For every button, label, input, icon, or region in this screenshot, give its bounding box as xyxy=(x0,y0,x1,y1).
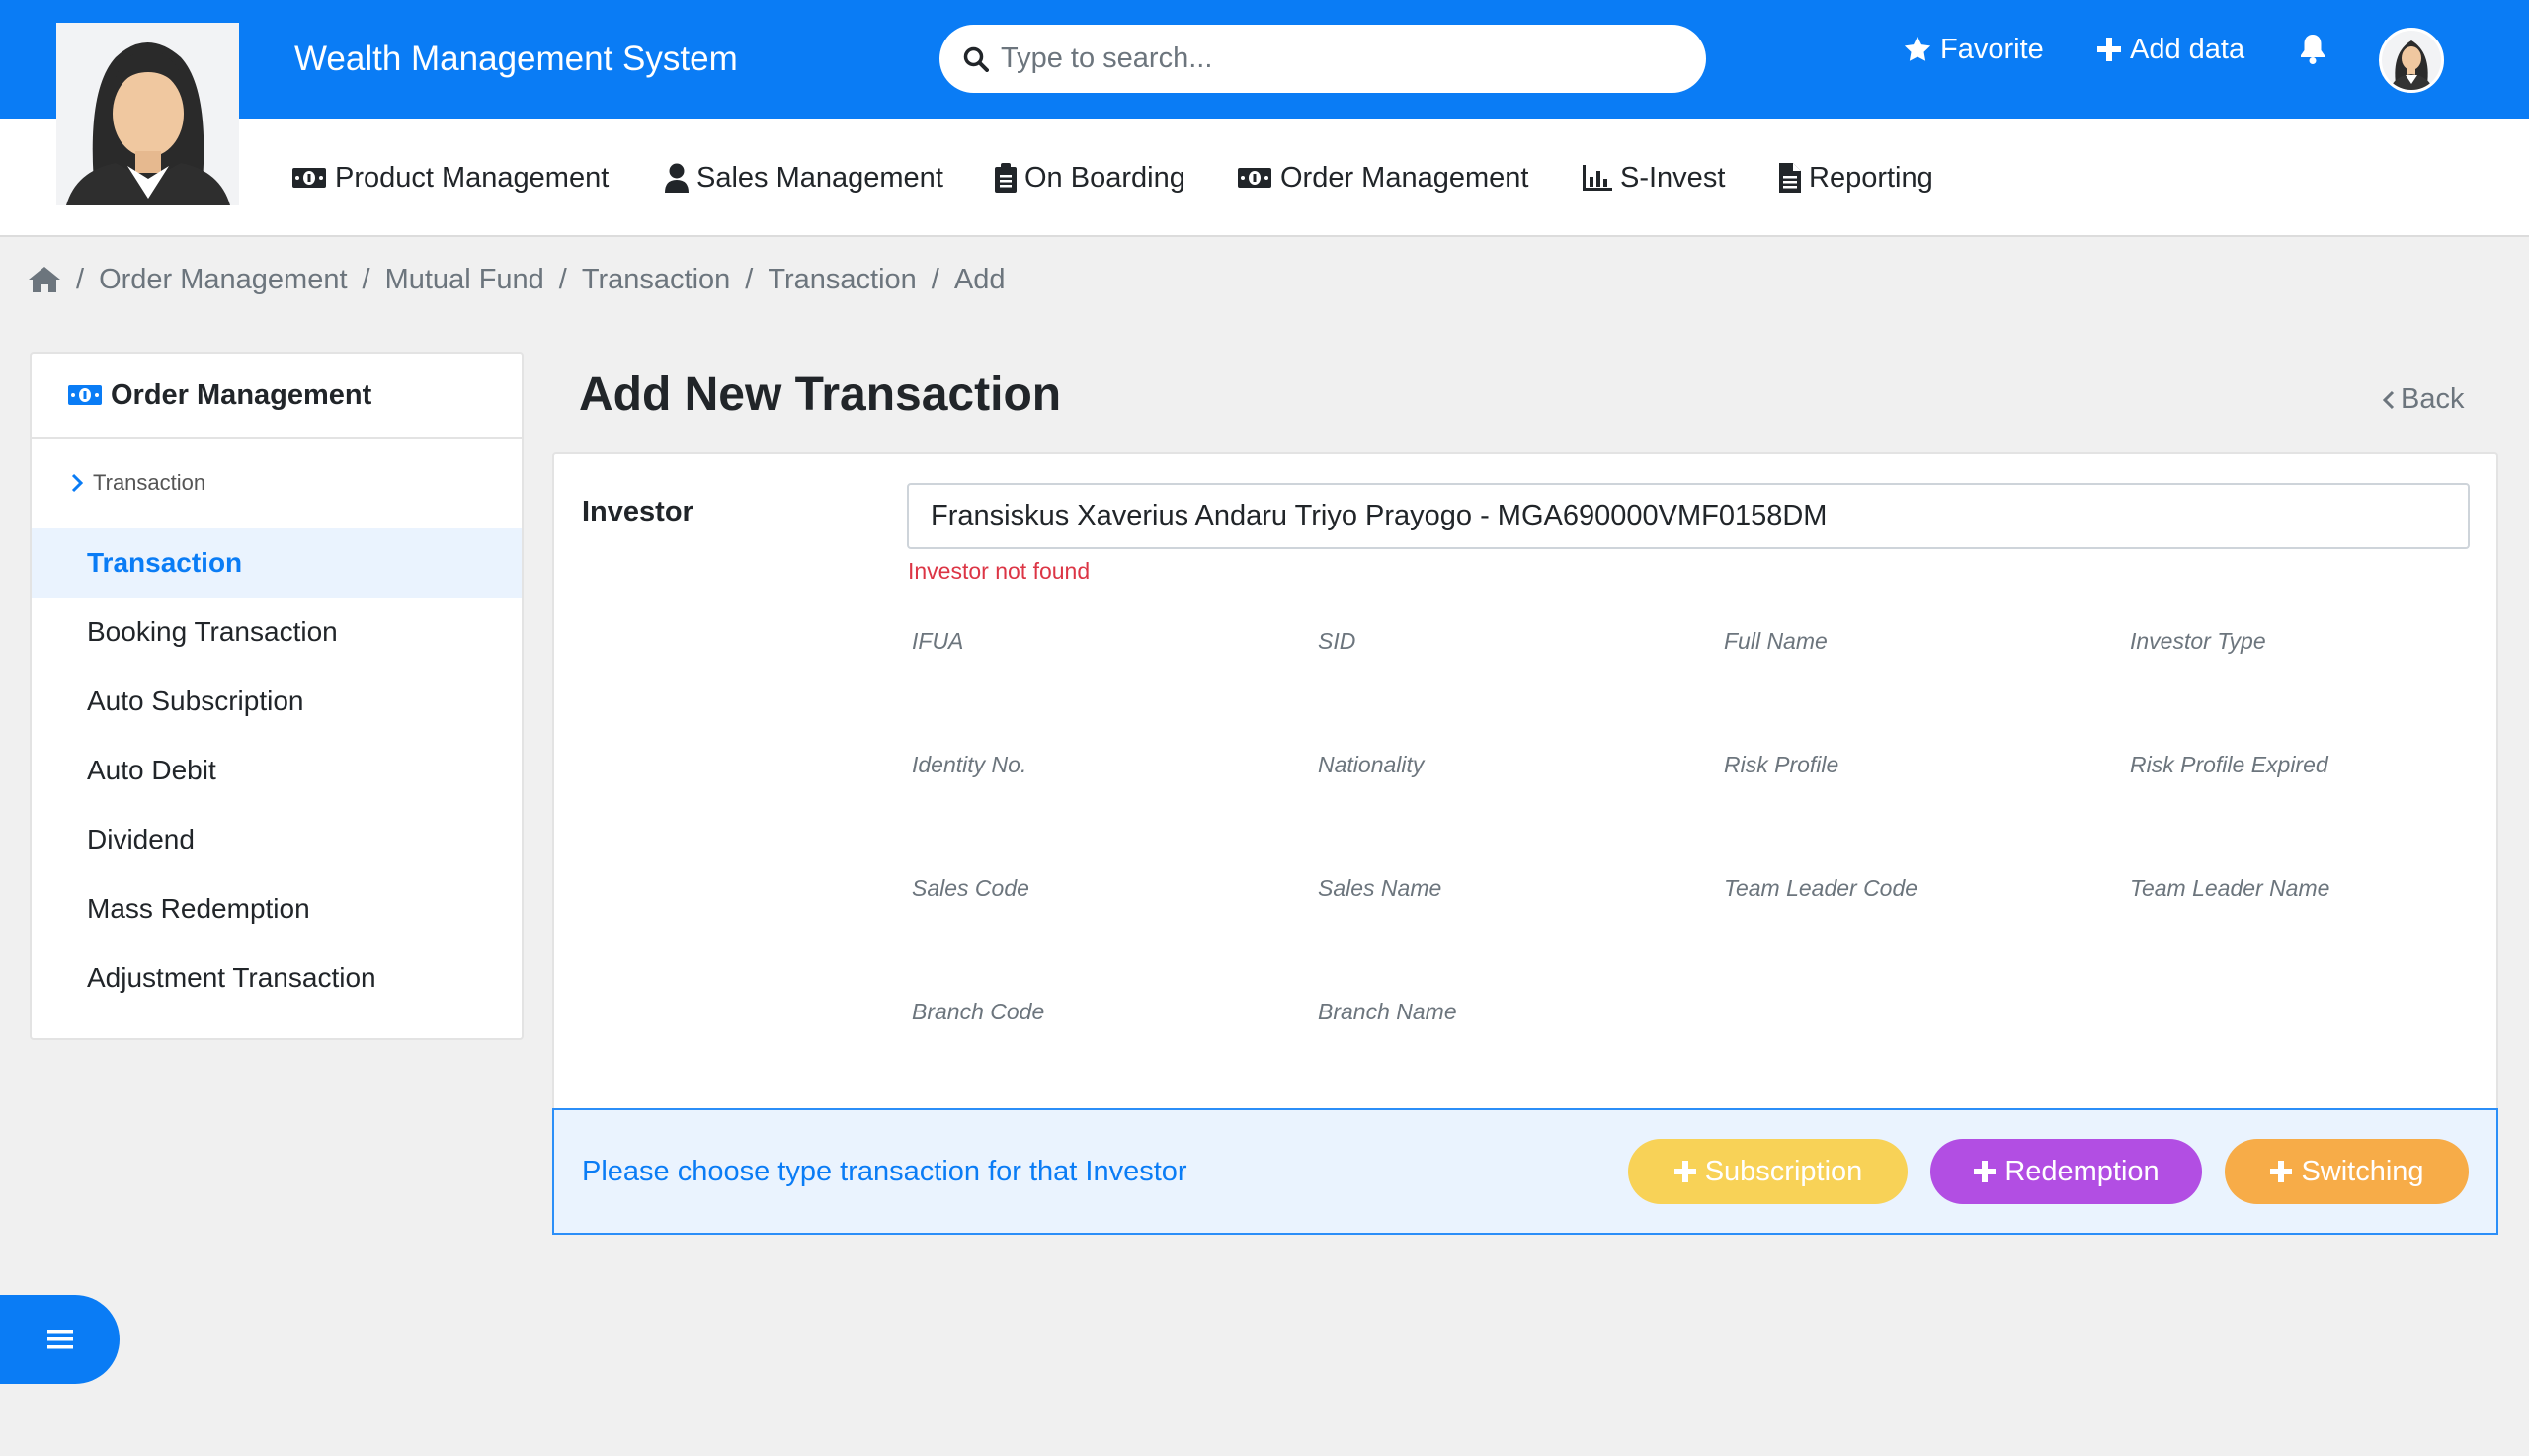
nav-label: Reporting xyxy=(1809,162,1933,194)
nav-label: Order Management xyxy=(1280,162,1529,194)
page-title: Add New Transaction xyxy=(579,368,1062,421)
plus-icon xyxy=(1673,1161,1696,1182)
sidebar: Order Management Transaction Transaction… xyxy=(30,352,524,1040)
nav-label: Product Management xyxy=(335,162,610,194)
breadcrumb-transaction-sub[interactable]: Transaction xyxy=(768,260,916,299)
floating-menu-button[interactable] xyxy=(0,1295,120,1384)
star-icon xyxy=(1904,36,1931,61)
back-label: Back xyxy=(2401,383,2465,415)
breadcrumb-current: Add xyxy=(953,264,1006,295)
switching-button[interactable]: Switching xyxy=(2225,1139,2469,1204)
nav-label: S-Invest xyxy=(1620,162,1726,194)
sidebar-item-mass-redemption[interactable]: Mass Redemption xyxy=(32,874,522,943)
user-avatar[interactable] xyxy=(2379,28,2444,93)
chevron-left-icon xyxy=(2383,390,2395,409)
sidebar-item-dividend[interactable]: Dividend xyxy=(32,805,522,874)
add-data-button[interactable]: Add data xyxy=(2096,30,2244,69)
subscription-button[interactable]: Subscription xyxy=(1628,1139,1908,1204)
sidebar-item-adjustment-transaction[interactable]: Adjustment Transaction xyxy=(32,943,522,1012)
transaction-type-bar: Please choose type transaction for that … xyxy=(552,1108,2498,1235)
search-icon xyxy=(963,46,989,72)
plus-icon xyxy=(2097,38,2121,61)
money-icon xyxy=(68,385,102,405)
top-bar: Wealth Management System Favorite Add da… xyxy=(0,0,2529,119)
plus-icon xyxy=(2270,1161,2293,1182)
detail-full-name: Full Name xyxy=(1724,628,1828,654)
sidebar-item-auto-subscription[interactable]: Auto Subscription xyxy=(32,667,522,736)
transaction-type-prompt: Please choose type transaction for that … xyxy=(582,1156,1187,1187)
detail-ifua: IFUA xyxy=(912,628,964,654)
user-icon xyxy=(665,163,689,193)
home-icon[interactable] xyxy=(28,266,61,293)
nav-s-invest[interactable]: S-Invest xyxy=(1583,158,1725,198)
investor-label: Investor xyxy=(582,496,693,527)
document-icon xyxy=(1779,163,1801,193)
search-input[interactable] xyxy=(1001,42,1672,75)
sidebar-group-label: Transaction xyxy=(93,470,206,495)
detail-risk-profile-expired: Risk Profile Expired xyxy=(2130,752,2328,777)
favorite-button[interactable]: Favorite xyxy=(1903,30,2044,69)
app-title: Wealth Management System xyxy=(294,40,738,78)
nav-label: Sales Management xyxy=(696,162,943,194)
detail-sales-name: Sales Name xyxy=(1318,875,1442,901)
sidebar-group-transaction[interactable]: Transaction xyxy=(71,470,205,496)
detail-team-leader-name: Team Leader Name xyxy=(2130,875,2330,901)
investor-error: Investor not found xyxy=(908,558,1091,584)
detail-branch-name: Branch Name xyxy=(1318,999,1457,1024)
sidebar-item-transaction[interactable]: Transaction xyxy=(32,528,522,598)
detail-investor-type: Investor Type xyxy=(2130,628,2266,654)
favorite-label: Favorite xyxy=(1940,34,2044,65)
main-nav: Product Management Sales Management On B… xyxy=(0,119,2529,237)
detail-branch-code: Branch Code xyxy=(912,999,1045,1024)
detail-sales-code: Sales Code xyxy=(912,875,1029,901)
nav-order-management[interactable]: Order Management xyxy=(1237,158,1528,198)
nav-product-management[interactable]: Product Management xyxy=(291,158,609,198)
sidebar-header: Order Management xyxy=(32,354,522,439)
detail-nationality: Nationality xyxy=(1318,752,1425,777)
money-icon xyxy=(1238,168,1271,188)
investor-input[interactable] xyxy=(907,483,2470,549)
plus-icon xyxy=(1974,1161,1997,1182)
breadcrumb-order-management[interactable]: Order Management xyxy=(99,260,347,299)
nav-on-boarding[interactable]: On Boarding xyxy=(995,158,1185,198)
breadcrumb-transaction[interactable]: Transaction xyxy=(582,260,730,299)
breadcrumb-mutual-fund[interactable]: Mutual Fund xyxy=(385,260,544,299)
profile-photo xyxy=(56,23,239,205)
bell-icon[interactable] xyxy=(2298,32,2327,65)
nav-sales-management[interactable]: Sales Management xyxy=(665,158,943,198)
detail-team-leader-code: Team Leader Code xyxy=(1724,875,1918,901)
nav-reporting[interactable]: Reporting xyxy=(1779,158,1933,198)
transaction-form-card: Investor Investor not found IFUA SID Ful… xyxy=(552,452,2498,1235)
detail-risk-profile: Risk Profile xyxy=(1724,752,1839,777)
clipboard-icon xyxy=(995,163,1017,193)
sidebar-item-booking-transaction[interactable]: Booking Transaction xyxy=(32,598,522,667)
sidebar-item-auto-debit[interactable]: Auto Debit xyxy=(32,736,522,805)
switching-label: Switching xyxy=(2301,1155,2424,1187)
back-link[interactable]: Back xyxy=(2383,383,2464,416)
detail-sid: SID xyxy=(1318,628,1356,654)
detail-identity-no: Identity No. xyxy=(912,752,1027,777)
money-icon xyxy=(292,168,326,188)
hamburger-menu-icon xyxy=(46,1330,73,1349)
add-data-label: Add data xyxy=(2130,34,2245,65)
nav-label: On Boarding xyxy=(1024,162,1185,194)
chart-icon xyxy=(1583,165,1612,191)
subscription-label: Subscription xyxy=(1704,1155,1863,1187)
search-box[interactable] xyxy=(939,25,1706,93)
redemption-label: Redemption xyxy=(2004,1155,2160,1187)
sidebar-title: Order Management xyxy=(111,378,372,411)
redemption-button[interactable]: Redemption xyxy=(1930,1139,2202,1204)
breadcrumb: / Order Management / Mutual Fund / Trans… xyxy=(28,260,1005,299)
chevron-right-icon xyxy=(71,473,83,493)
